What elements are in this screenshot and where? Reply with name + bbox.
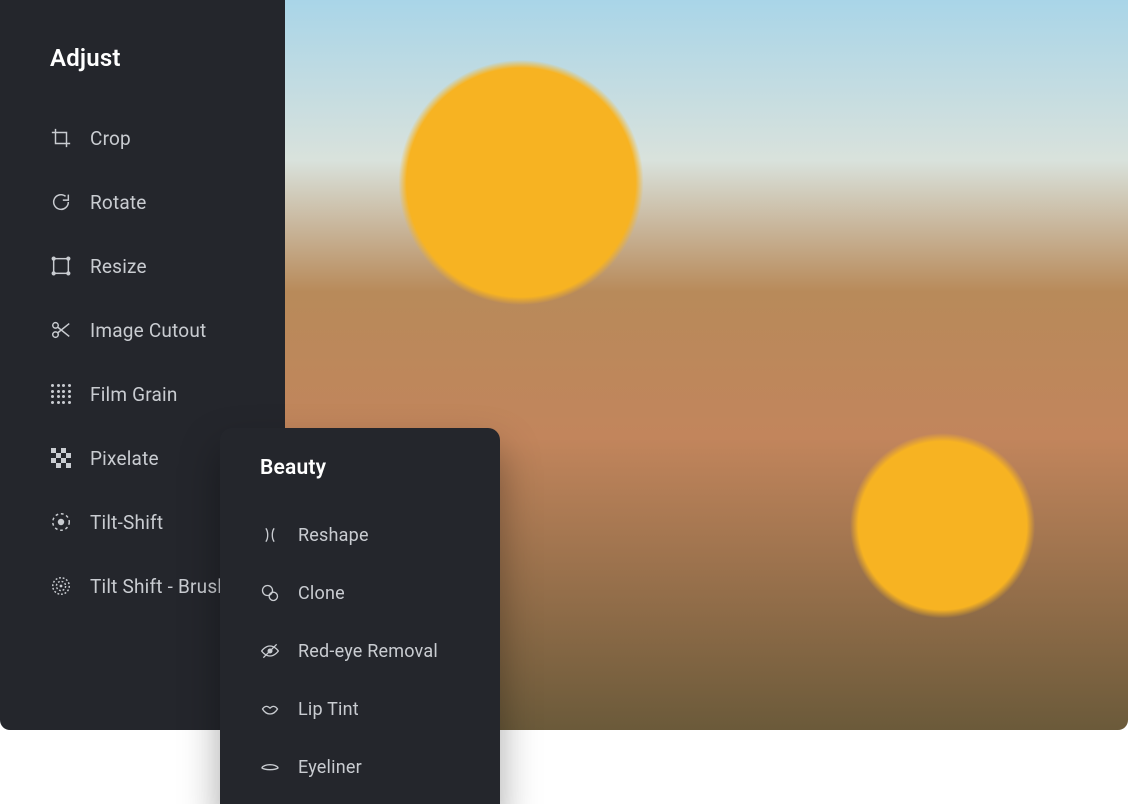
tool-label: Red-eye Removal [298,641,438,662]
beauty-panel: Beauty Reshape Clone Red-eye Removal [220,428,500,804]
tool-label: Eyeliner [298,757,362,778]
reshape-icon [260,525,280,545]
eyeliner-icon [260,757,280,777]
tilt-shift-brush-icon [50,575,72,597]
tool-label: Rotate [90,191,147,214]
beauty-panel-title: Beauty [260,456,500,480]
tool-crop[interactable]: Crop [50,106,285,170]
tool-film-grain[interactable]: Film Grain [50,362,285,426]
red-eye-icon [260,641,280,661]
tool-resize[interactable]: Resize [50,234,285,298]
crop-icon [50,127,72,149]
tool-image-cutout[interactable]: Image Cutout [50,298,285,362]
tool-lip-tint[interactable]: Lip Tint [260,680,500,738]
adjust-panel-title: Adjust [50,44,285,72]
tool-label: Lip Tint [298,699,359,720]
clone-icon [260,583,280,603]
tool-reshape[interactable]: Reshape [260,506,500,564]
tool-label: Film Grain [90,383,178,406]
tool-clone[interactable]: Clone [260,564,500,622]
tool-label: Tilt Shift - Brush [90,575,228,598]
scissors-icon [50,319,72,341]
tool-eyeliner[interactable]: Eyeliner [260,738,500,796]
pixelate-icon [50,447,72,469]
app-root: Adjust Crop Rotate Resize [0,0,1128,804]
resize-icon [50,255,72,277]
tool-label: Tilt-Shift [90,511,163,534]
tool-label: Pixelate [90,447,159,470]
tool-label: Image Cutout [90,319,206,342]
tool-label: Reshape [298,525,369,546]
tool-red-eye[interactable]: Red-eye Removal [260,622,500,680]
tool-label: Crop [90,127,131,150]
lips-icon [260,699,280,719]
tool-label: Resize [90,255,147,278]
tool-rotate[interactable]: Rotate [50,170,285,234]
tool-label: Clone [298,583,345,604]
rotate-icon [50,191,72,213]
tilt-shift-icon [50,511,72,533]
beauty-tool-list: Reshape Clone Red-eye Removal Lip Tint [260,506,500,796]
film-grain-icon [50,383,72,405]
